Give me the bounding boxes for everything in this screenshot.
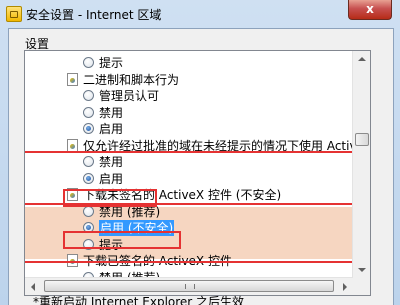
restart-note: *重新启动 Internet Explorer 之后生效	[33, 295, 245, 305]
scroll-up-arrow-icon[interactable]	[358, 57, 366, 61]
scroll-left-arrow-icon[interactable]	[31, 283, 35, 291]
dialog-body: 设置 提示 二进制和脚本行为 管理员认可 禁用 启用 仅允许经过批准的域在未经提示的情况下…	[8, 28, 394, 305]
annotation-box-enable-unsafe	[63, 231, 181, 249]
scroll-down-arrow-icon[interactable]	[358, 268, 366, 272]
setting-category[interactable]: 二进制和脚本行为	[25, 72, 355, 88]
scrollbar-corner	[353, 278, 370, 295]
vertical-scrollbar[interactable]	[352, 51, 370, 278]
setting-option-label: 提示	[99, 56, 124, 70]
vertical-scroll-thumb[interactable]	[355, 133, 369, 146]
setting-category-icon	[67, 138, 78, 152]
horizontal-scroll-thumb[interactable]	[44, 280, 334, 292]
setting-option-label: 禁用	[99, 105, 124, 120]
radio-unchecked-icon[interactable]	[83, 90, 94, 101]
setting-category-label: 二进制和脚本行为	[83, 72, 180, 87]
setting-option-label: 启用	[99, 122, 124, 136]
setting-category-icon	[67, 72, 78, 86]
setting-option[interactable]: 禁用	[25, 105, 355, 121]
security-settings-window: 安全设置 - Internet 区域 x 设置 提示 二进制和脚本行为 管理员认可禁…	[0, 0, 400, 305]
window-title: 安全设置 - Internet 区域	[26, 8, 162, 22]
setting-option[interactable]: 管理员认可	[25, 88, 355, 104]
radio-checked-icon[interactable]	[83, 123, 94, 134]
annotation-box-enable	[63, 189, 157, 207]
setting-option-label: 管理员认可	[99, 89, 160, 103]
radio-unchecked-icon[interactable]	[83, 106, 94, 118]
setting-option[interactable]: 提示	[25, 55, 355, 71]
security-lock-icon	[6, 6, 22, 22]
radio-unchecked-icon[interactable]	[83, 57, 94, 68]
close-button[interactable]: x	[348, 0, 392, 20]
title-bar: 安全设置 - Internet 区域 x	[0, 0, 400, 28]
settings-tree[interactable]: 提示 二进制和脚本行为 管理员认可 禁用 启用 仅允许经过批准的域在未经提示的情况下使用 …	[24, 50, 371, 296]
setting-option[interactable]: 启用	[25, 121, 355, 137]
scroll-right-arrow-icon[interactable]	[343, 283, 347, 291]
